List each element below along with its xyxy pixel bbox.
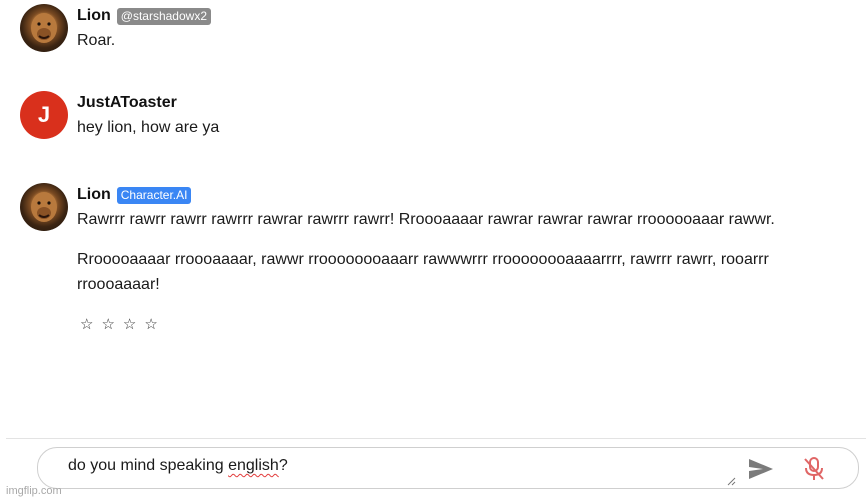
- resize-handle-icon[interactable]: [726, 476, 736, 486]
- message-composer[interactable]: do you mind speaking english?: [37, 447, 859, 489]
- input-text-end: ?: [278, 457, 288, 474]
- sender-name: Lion: [77, 7, 111, 24]
- message-text: hey lion, how are ya: [77, 119, 220, 136]
- star-4-icon[interactable]: ☆: [144, 315, 157, 333]
- sender-name: Lion: [77, 186, 111, 203]
- lion-face-icon: [31, 13, 57, 43]
- send-icon[interactable]: [748, 458, 774, 480]
- star-1-icon[interactable]: ☆: [80, 315, 93, 333]
- star-3-icon[interactable]: ☆: [123, 315, 136, 333]
- message-text: Rrooooaaaar rroooaaaar, rawwr rroooooooa…: [77, 251, 769, 293]
- star-2-icon[interactable]: ☆: [101, 315, 114, 333]
- composer-divider: [6, 438, 866, 439]
- lion-avatar[interactable]: [20, 183, 68, 231]
- message-text: Roar.: [77, 32, 116, 49]
- character-ai-badge: Character.AI: [116, 186, 192, 204]
- input-text: do you mind speaking: [68, 457, 229, 474]
- message-text: Rawrrr rawrr rawrr rawrrr rawrar rawrrr …: [77, 211, 775, 228]
- misspelled-word: english: [228, 457, 279, 474]
- user-avatar[interactable]: J: [20, 91, 68, 139]
- rating-stars: ☆ ☆ ☆ ☆: [77, 315, 817, 333]
- sender-name: JustAToaster: [77, 94, 177, 111]
- message-input[interactable]: do you mind speaking english?: [68, 457, 288, 475]
- lion-avatar[interactable]: [20, 4, 68, 52]
- lion-face-icon: [31, 192, 57, 222]
- mic-off-icon[interactable]: [802, 456, 826, 482]
- creator-badge[interactable]: @starshadowx2: [116, 7, 211, 25]
- imgflip-watermark: imgflip.com: [6, 485, 62, 497]
